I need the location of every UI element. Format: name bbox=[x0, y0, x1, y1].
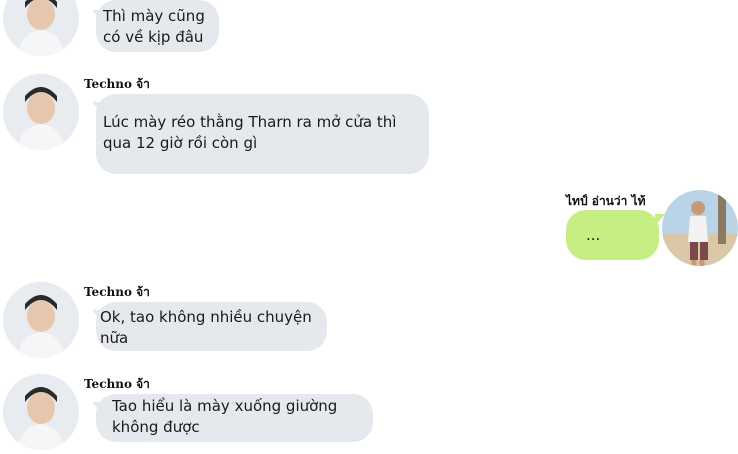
message-text-line: không được bbox=[112, 418, 200, 436]
message-bubble[interactable]: Tao hiểu là mày xuống giường không được bbox=[96, 394, 373, 442]
message-text-line: Thì mày cũng bbox=[103, 7, 205, 25]
message-row: Thì mày cũng có về kịp đâu bbox=[0, 0, 738, 60]
message-text-line: Ok, tao không nhiều chuyện bbox=[100, 308, 312, 326]
avatar[interactable] bbox=[3, 282, 79, 358]
message-text-line: qua 12 giờ rồi còn gì bbox=[103, 134, 258, 152]
message-text-line: Lúc mày réo thằng Tharn ra mở cửa thì bbox=[103, 113, 397, 131]
message-text-line: ... bbox=[586, 226, 601, 244]
message-text-line: nữa bbox=[100, 329, 129, 347]
message-bubble[interactable]: ... bbox=[566, 210, 659, 260]
message-text-line: có về kịp đâu bbox=[103, 28, 204, 46]
message-bubble[interactable]: Thì mày cũng có về kịp đâu bbox=[96, 0, 219, 52]
avatar[interactable] bbox=[662, 190, 738, 266]
message-bubble[interactable]: Lúc mày réo thằng Tharn ra mở cửa thì qu… bbox=[96, 94, 429, 174]
sender-name: Techno จ้า bbox=[84, 77, 150, 91]
sender-name: ไทป์ อ่านว่า ไท้ bbox=[566, 194, 646, 208]
avatar[interactable] bbox=[3, 374, 79, 450]
sender-name: Techno จ้า bbox=[84, 377, 150, 391]
message-text-line: Tao hiểu là mày xuống giường bbox=[112, 397, 338, 415]
sender-name: Techno จ้า bbox=[84, 285, 150, 299]
avatar[interactable] bbox=[3, 74, 79, 150]
message-bubble[interactable]: Ok, tao không nhiều chuyện nữa bbox=[96, 302, 327, 351]
avatar[interactable] bbox=[3, 0, 79, 56]
